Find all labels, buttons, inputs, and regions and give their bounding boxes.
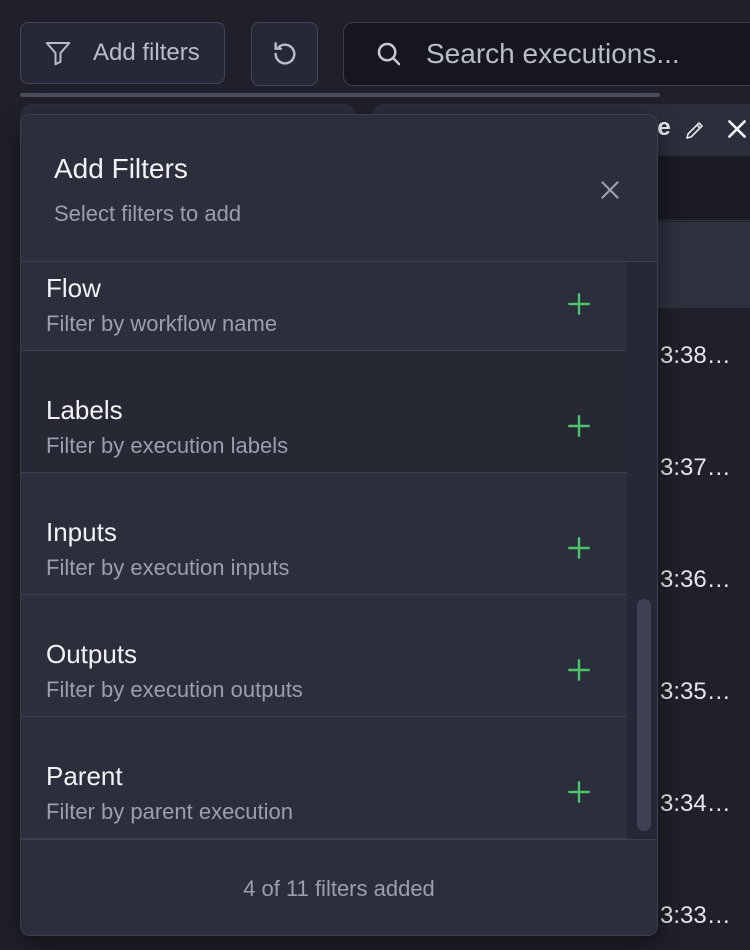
pencil-icon[interactable] [683,118,707,142]
table-cell-time: 3:34… [660,790,731,817]
filter-option-outputs[interactable]: Outputs Filter by execution outputs [21,595,627,717]
toolbar: Add filters [20,22,750,86]
table-cell-time: 3:33… [660,902,731,929]
filter-option-description: Filter by execution labels [46,433,289,458]
reset-icon [273,42,296,65]
filter-option-title: Labels [46,395,123,425]
filter-option-title: Inputs [46,517,117,547]
dialog-header: Add Filters Select filters to add [21,115,657,262]
filter-option-title: Parent [46,761,123,791]
table-cell-time: 3:35… [660,678,731,705]
dialog-title: Add Filters [54,153,188,184]
search-field[interactable] [343,22,750,86]
plus-icon[interactable] [566,657,592,683]
filter-list: Flow Filter by workflow name Labels Filt… [21,261,627,839]
filter-option-flow[interactable]: Flow Filter by workflow name [21,261,627,351]
filters-count-status: 4 of 11 filters added [243,876,435,901]
filter-option-parent[interactable]: Parent Filter by parent execution [21,717,627,839]
table-cell-time: 3:37… [660,454,731,481]
add-filters-button[interactable]: Add filters [20,22,225,84]
filter-icon [45,42,71,66]
filter-option-description: Filter by workflow name [46,311,278,336]
filter-option-description: Filter by execution outputs [46,677,303,702]
add-filters-dialog: Add Filters Select filters to add Flow F… [20,114,658,936]
add-filters-label: Add filters [93,39,200,66]
horizontal-scrollbar[interactable] [20,93,660,97]
plus-icon[interactable] [566,779,592,805]
filter-option-labels[interactable]: Labels Filter by execution labels [21,351,627,473]
dialog-close-button[interactable] [595,175,625,205]
plus-icon[interactable] [566,413,592,439]
reset-button[interactable] [251,22,318,86]
filter-option-description: Filter by parent execution [46,799,294,824]
table-cell-time: 3:36… [660,566,731,593]
search-icon [377,42,401,66]
executions-page: Add filters re 3:38… 3:37… 3:36… 3:35… 3… [0,0,750,950]
filter-option-title: Outputs [46,639,138,669]
filter-option-inputs[interactable]: Inputs Filter by execution inputs [21,473,627,595]
close-icon[interactable] [724,116,750,142]
scrollbar-thumb[interactable] [637,599,651,831]
plus-icon[interactable] [566,291,592,317]
table-cell-time: 3:38… [660,342,731,369]
close-icon [601,181,619,199]
filter-option-description: Filter by execution inputs [46,555,290,580]
filter-option-title: Flow [46,273,101,303]
plus-icon[interactable] [566,535,592,561]
dialog-subtitle: Select filters to add [54,201,242,226]
search-input[interactable] [424,37,750,71]
dialog-footer: 4 of 11 filters added [21,839,657,935]
